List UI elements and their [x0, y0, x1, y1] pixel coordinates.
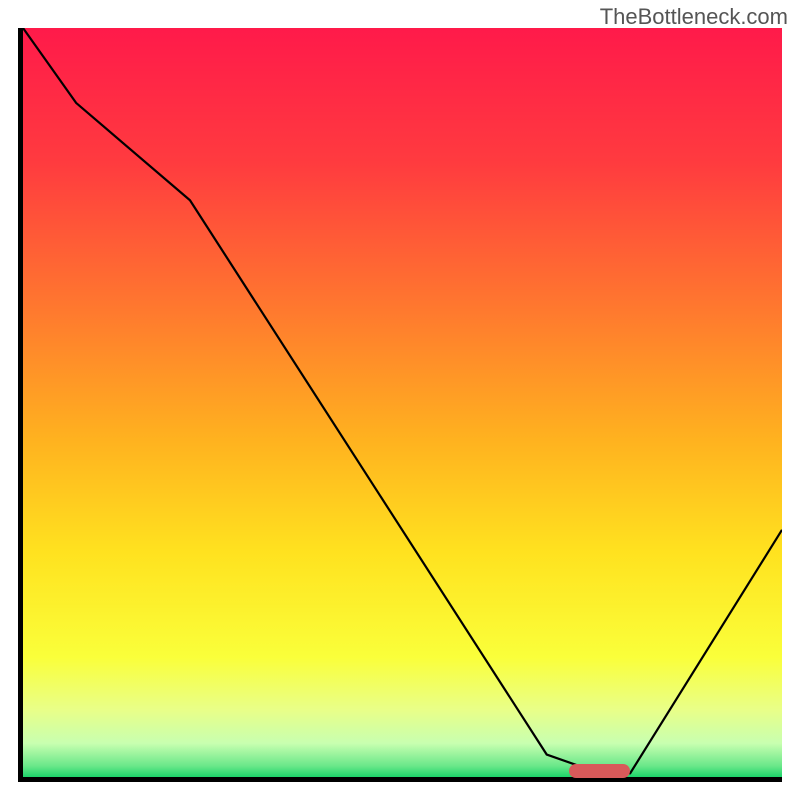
bottleneck-curve	[23, 28, 782, 777]
chart-container: TheBottleneck.com	[0, 0, 800, 800]
watermark-text: TheBottleneck.com	[600, 4, 788, 30]
optimal-range-marker	[569, 764, 630, 778]
plot-area	[18, 28, 782, 782]
